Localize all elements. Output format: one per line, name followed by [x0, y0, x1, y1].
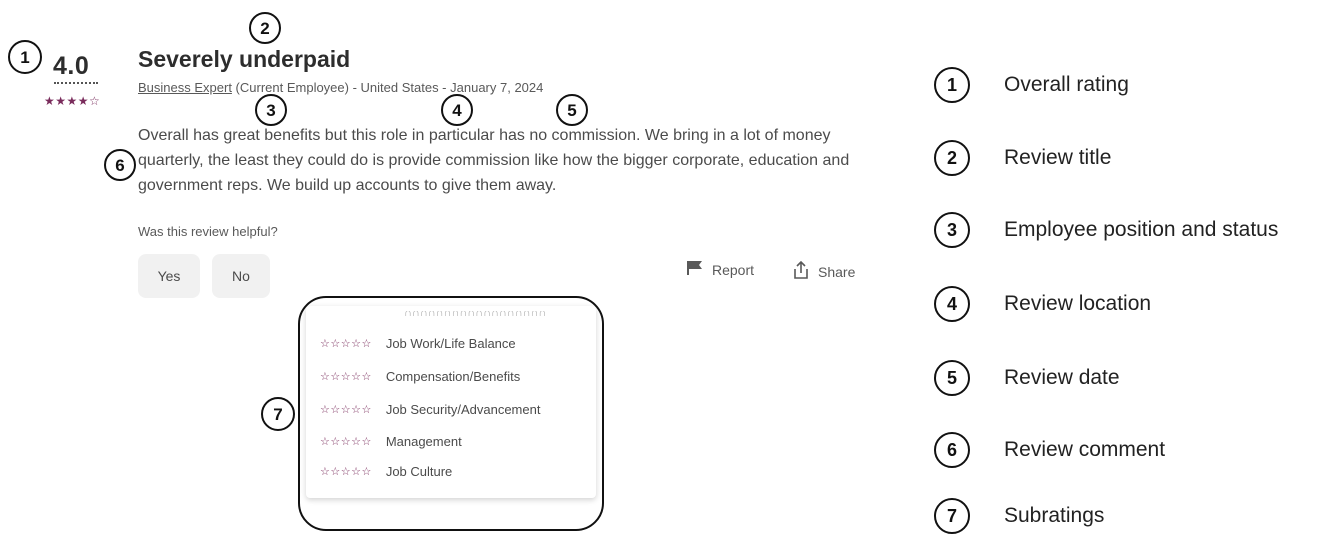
- marker-3: 3: [255, 94, 287, 126]
- legend-label: Employee position and status: [1004, 218, 1279, 241]
- legend-label: Review location: [1004, 292, 1152, 315]
- share-button[interactable]: Share: [792, 260, 855, 283]
- report-button[interactable]: Report: [686, 260, 754, 279]
- legend-label: Review date: [1004, 366, 1120, 389]
- legend-item: 4 Review location: [934, 286, 1151, 322]
- marker-6: 6: [104, 149, 136, 181]
- subrating-row: ☆☆☆☆☆ Job Work/Life Balance: [320, 336, 516, 351]
- helpful-question: Was this review helpful?: [138, 224, 278, 239]
- subratings-popup: ∩∩∩∩∩∩∩∩∩∩∩∩∩∩∩∩∩∩ ☆☆☆☆☆ Job Work/Life B…: [298, 296, 604, 531]
- overall-rating: 4.0: [53, 52, 90, 80]
- subrating-stars-icon: ☆☆☆☆☆: [320, 403, 372, 416]
- legend-item: 6 Review comment: [934, 432, 1165, 468]
- marker-5: 5: [556, 94, 588, 126]
- review-comment: Overall has great benefits but this role…: [138, 127, 850, 194]
- subrating-row: ☆☆☆☆☆ Management: [320, 434, 462, 449]
- subrating-stars-icon: ☆☆☆☆☆: [320, 337, 372, 350]
- employee-status-location-date: (Current Employee) - United States - Jan…: [231, 80, 544, 95]
- review-meta-line: Business Expert (Current Employee) - Uni…: [138, 80, 543, 95]
- legend-item: 2 Review title: [934, 140, 1111, 176]
- marker-7: 7: [261, 397, 295, 431]
- legend-item: 5 Review date: [934, 360, 1120, 396]
- subratings-cut-off-text: ∩∩∩∩∩∩∩∩∩∩∩∩∩∩∩∩∩∩: [404, 311, 547, 319]
- legend-marker: 1: [934, 67, 970, 103]
- marker-2: 2: [249, 12, 281, 44]
- subratings-panel: ∩∩∩∩∩∩∩∩∩∩∩∩∩∩∩∩∩∩ ☆☆☆☆☆ Job Work/Life B…: [306, 306, 596, 498]
- overall-rating-underline: [54, 82, 98, 84]
- legend-label: Subratings: [1004, 504, 1105, 527]
- review-title: Severely underpaid: [138, 46, 351, 72]
- subrating-label: Management: [385, 434, 462, 449]
- marker-4: 4: [441, 94, 473, 126]
- legend-label: Overall rating: [1004, 73, 1129, 96]
- marker-1: 1: [8, 40, 42, 74]
- report-label: Report: [712, 261, 755, 278]
- legend-marker: 2: [934, 140, 970, 176]
- subrating-label: Compensation/Benefits: [385, 369, 521, 384]
- helpful-no-button[interactable]: No: [212, 254, 270, 298]
- legend-label: Review title: [1004, 146, 1112, 169]
- legend-item: 1 Overall rating: [934, 67, 1129, 103]
- employee-position-link[interactable]: Business Expert: [138, 80, 232, 95]
- subrating-label: Job Culture: [385, 464, 453, 479]
- subrating-stars-icon: ☆☆☆☆☆: [320, 465, 372, 478]
- legend-marker: 3: [934, 212, 970, 248]
- overall-rating-stars-icon: ★★★★☆: [44, 94, 101, 108]
- legend-marker: 6: [934, 432, 970, 468]
- flag-icon: [686, 260, 704, 279]
- legend-marker: 5: [934, 360, 970, 396]
- subrating-label: Job Work/Life Balance: [385, 336, 516, 351]
- helpful-yes-button[interactable]: Yes: [138, 254, 200, 298]
- subrating-row: ☆☆☆☆☆ Job Security/Advancement: [320, 402, 540, 417]
- subrating-stars-icon: ☆☆☆☆☆: [320, 370, 372, 383]
- subrating-row: ☆☆☆☆☆ Compensation/Benefits: [320, 369, 520, 384]
- share-label: Share: [818, 263, 856, 280]
- legend-label: Review comment: [1004, 438, 1166, 461]
- subrating-stars-icon: ☆☆☆☆☆: [320, 435, 372, 448]
- subrating-row: ☆☆☆☆☆ Job Culture: [320, 464, 452, 479]
- legend-marker: 7: [934, 498, 970, 534]
- legend-marker: 4: [934, 286, 970, 322]
- legend-item: 7 Subratings: [934, 498, 1104, 534]
- share-icon: [792, 260, 810, 283]
- legend-item: 3 Employee position and status: [934, 212, 1278, 248]
- subrating-label: Job Security/Advancement: [385, 402, 541, 417]
